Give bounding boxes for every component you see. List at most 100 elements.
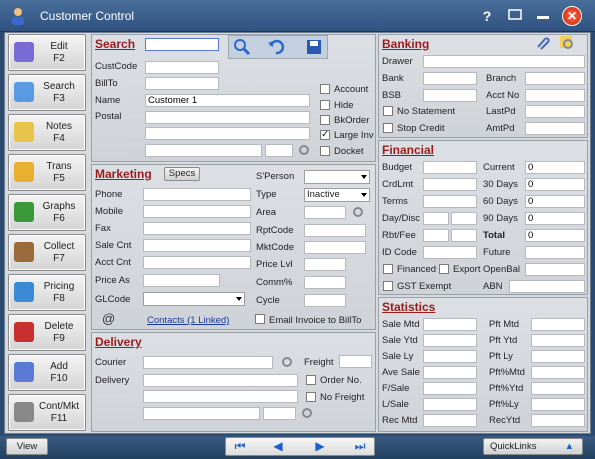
disc-field[interactable]: [451, 212, 477, 225]
fax-label: Fax: [95, 223, 111, 234]
custcode-field[interactable]: [145, 61, 219, 74]
email-invoice-checkbox[interactable]: [255, 314, 265, 324]
idcode-field[interactable]: [423, 246, 477, 259]
fee-field[interactable]: [451, 229, 477, 242]
courier-lookup-icon[interactable]: [282, 357, 292, 367]
type-select[interactable]: Inactive: [304, 188, 370, 202]
postal-line2[interactable]: [145, 127, 310, 140]
restore-icon[interactable]: [506, 7, 524, 25]
pricelvl-field[interactable]: [304, 258, 346, 271]
drawer-field[interactable]: [423, 55, 585, 68]
sidebar-item-contmkt[interactable]: Cont/Mkt F11: [8, 394, 86, 431]
delivery-line1[interactable]: [143, 374, 298, 387]
gst-exempt-checkbox[interactable]: [383, 281, 393, 291]
attachment-icon[interactable]: [534, 35, 550, 54]
lastpd-field[interactable]: [525, 105, 585, 118]
large-inv-checkbox[interactable]: ✓: [320, 130, 330, 140]
view-button[interactable]: View: [6, 438, 48, 455]
quicklinks-button[interactable]: QuickLinks ▲: [483, 438, 583, 455]
sidebar-item-collect[interactable]: Collect F7: [8, 234, 86, 271]
sidebar-item-add[interactable]: Add F10: [8, 354, 86, 391]
bkorder-checkbox[interactable]: [320, 115, 330, 125]
budget-field[interactable]: [423, 161, 477, 174]
minimize-icon[interactable]: [534, 7, 552, 25]
priceas-field[interactable]: [143, 274, 220, 287]
mktcode-field[interactable]: [304, 241, 366, 254]
rbt-field[interactable]: [423, 229, 449, 242]
terms-field[interactable]: [423, 195, 477, 208]
financed-label: Financed: [397, 264, 437, 275]
sidebar-item-key: F9: [53, 333, 65, 344]
help-icon[interactable]: ?: [478, 7, 496, 25]
delivery-postcode[interactable]: [263, 407, 296, 420]
save-icon[interactable]: [305, 38, 323, 59]
delivery-line2[interactable]: [143, 390, 298, 403]
rptcode-field[interactable]: [304, 224, 366, 237]
openbal-field[interactable]: [525, 263, 585, 276]
sidebar-item-graphs[interactable]: Graphs F6: [8, 194, 86, 231]
delivery-suburb[interactable]: [143, 407, 260, 420]
billto-field[interactable]: [145, 77, 219, 90]
postal-code[interactable]: [265, 144, 293, 157]
abn-field[interactable]: [509, 280, 585, 293]
salecnt-field[interactable]: [143, 239, 251, 252]
export-checkbox[interactable]: [439, 264, 449, 274]
area-lookup-icon[interactable]: [353, 207, 363, 217]
acctno-field[interactable]: [525, 89, 585, 102]
acctcnt-field[interactable]: [143, 256, 251, 269]
financed-checkbox[interactable]: [383, 264, 393, 274]
order-no-checkbox[interactable]: [306, 375, 316, 385]
postal-line1[interactable]: [145, 111, 310, 124]
sperson-label: S'Person: [256, 171, 295, 182]
sperson-select[interactable]: [304, 170, 370, 184]
sidebar-item-pricing[interactable]: Pricing F8: [8, 274, 86, 311]
day-field[interactable]: [423, 212, 449, 225]
bsb-field[interactable]: [423, 89, 477, 102]
find-icon[interactable]: [233, 38, 251, 59]
cycle-field[interactable]: [304, 294, 346, 307]
no-statement-checkbox[interactable]: [383, 106, 393, 116]
name-field[interactable]: Customer 1: [145, 94, 310, 107]
branch-field[interactable]: [525, 72, 585, 85]
prev-record-icon[interactable]: ◀: [267, 438, 289, 454]
area-field[interactable]: [304, 206, 346, 219]
stat-label: Pft Ly: [489, 351, 513, 362]
courier-field[interactable]: [143, 356, 273, 369]
sidebar-item-trans[interactable]: Trans F5: [8, 154, 86, 191]
account-checkbox[interactable]: [320, 84, 330, 94]
fax-field[interactable]: [143, 222, 251, 235]
docket-checkbox[interactable]: [320, 146, 330, 156]
contacts-link[interactable]: Contacts (1 Linked): [147, 315, 229, 326]
glcode-select[interactable]: [143, 292, 245, 306]
bank-lookup-icon[interactable]: [559, 35, 575, 54]
sidebar-item-search[interactable]: Search F3: [8, 74, 86, 111]
close-icon[interactable]: ✕: [562, 6, 582, 26]
pft-mtd-field: [531, 318, 585, 331]
sidebar-item-edit[interactable]: Edit F2: [8, 34, 86, 71]
search-input[interactable]: [145, 38, 219, 51]
calculator-icon: [14, 282, 34, 302]
sidebar-item-delete[interactable]: Delete F9: [8, 314, 86, 351]
freight-field[interactable]: [339, 355, 372, 368]
chevron-up-icon: ▲: [564, 441, 574, 452]
amtpd-field[interactable]: [525, 122, 585, 135]
delivery-lookup-icon[interactable]: [302, 408, 312, 418]
mktcode-label: MktCode: [256, 242, 295, 253]
comm-field[interactable]: [304, 276, 346, 289]
undo-icon[interactable]: [267, 38, 285, 59]
postal-lookup-icon[interactable]: [299, 145, 309, 155]
last-record-icon[interactable]: ⏭: [349, 438, 371, 454]
postal-suburb[interactable]: [145, 144, 262, 157]
crdlmt-field[interactable]: [423, 178, 477, 191]
mobile-field[interactable]: [143, 205, 251, 218]
specs-button[interactable]: Specs: [164, 167, 200, 181]
branch-label: Branch: [486, 73, 517, 84]
first-record-icon[interactable]: ⏮: [229, 438, 251, 454]
hide-checkbox[interactable]: [320, 100, 330, 110]
no-freight-checkbox[interactable]: [306, 392, 316, 402]
sidebar-item-notes[interactable]: Notes F4: [8, 114, 86, 151]
next-record-icon[interactable]: ▶: [309, 438, 331, 454]
bank-field[interactable]: [423, 72, 477, 85]
phone-field[interactable]: [143, 188, 251, 201]
stop-credit-checkbox[interactable]: [383, 123, 393, 133]
